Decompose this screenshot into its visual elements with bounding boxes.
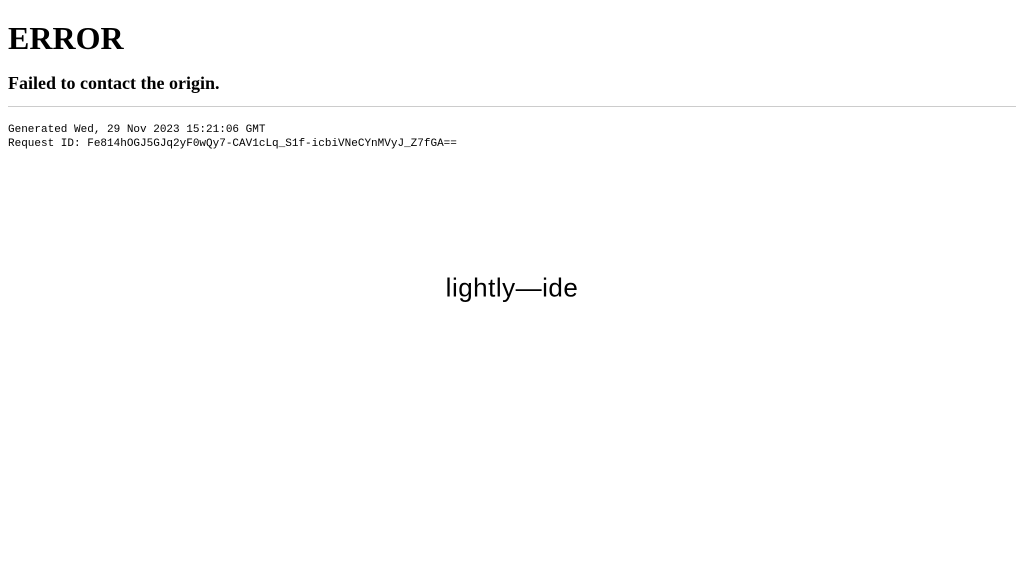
error-title: ERROR [8, 20, 1016, 57]
generated-timestamp: Generated Wed, 29 Nov 2023 15:21:06 GMT [8, 124, 265, 136]
brand-watermark: lightly—ide [446, 273, 579, 304]
request-id: Request ID: Fe814hOGJ5GJq2yF0wQy7-CAV1cL… [8, 138, 457, 150]
error-metadata: Generated Wed, 29 Nov 2023 15:21:06 GMT … [8, 123, 1016, 152]
divider [8, 106, 1016, 107]
error-message: Failed to contact the origin. [8, 73, 1016, 94]
